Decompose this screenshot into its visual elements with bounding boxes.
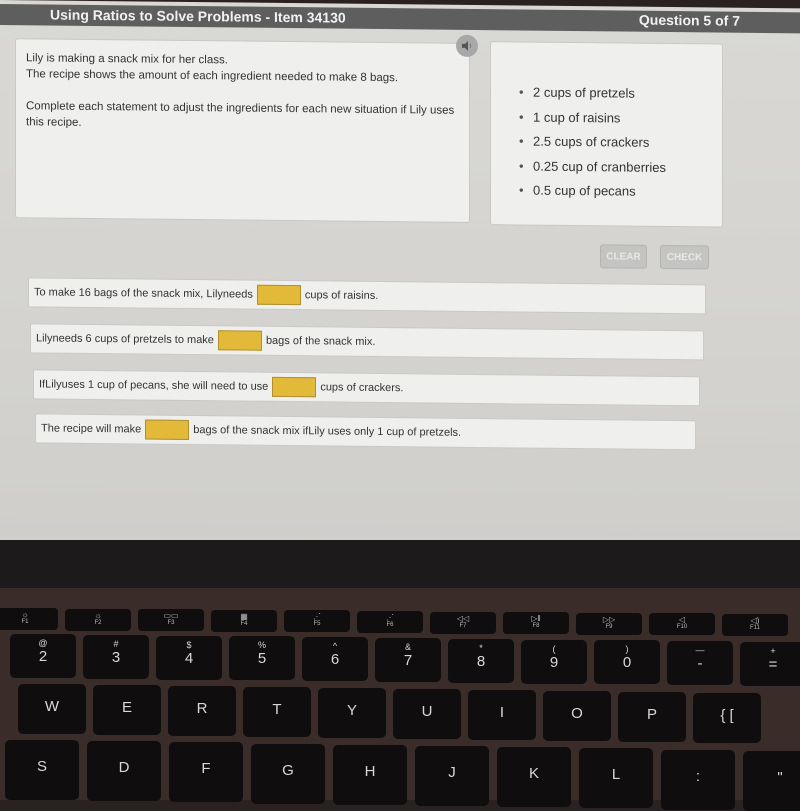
letter-key[interactable]: T (243, 687, 311, 737)
letter-key[interactable]: " (743, 750, 800, 811)
letter-key[interactable]: F (169, 742, 243, 803)
check-button[interactable]: CHECK (660, 244, 709, 270)
letter-key[interactable]: { [ (693, 693, 761, 743)
number-key[interactable]: ) 0 (594, 640, 660, 685)
letter-key[interactable]: S (5, 740, 79, 800)
keyboard-deck: ☼ F1 ☼ F2 ▭▭ F3 ▦ F4 ⋰ F5 ⋰ F6 ◁◁ F7 ▷‖ F8 ▷▷ F9 ◁ F10 ◁) F11… (0, 588, 800, 811)
title-bar: Using Ratios to Solve Problems - Item 34… (0, 4, 800, 34)
function-key[interactable]: ⋰ F6 (357, 611, 423, 633)
function-key[interactable]: ☼ F2 (65, 608, 131, 631)
prompt-line-2: The recipe shows the amount of each ingr… (26, 68, 399, 85)
recipe-item: • 0.25 cup of cranberries (519, 157, 666, 175)
function-key[interactable]: ◁) F11 (722, 614, 788, 636)
statement-row-1: To make 16 bags of the snack mix, Lilyne… (28, 277, 706, 315)
function-key[interactable]: ▷‖ F8 (503, 612, 569, 635)
screen: Using Ratios to Solve Problems - Item 34… (0, 0, 800, 557)
letter-key[interactable]: I (468, 690, 536, 740)
function-key[interactable]: ◁◁ F7 (430, 611, 496, 634)
letter-key[interactable]: R (168, 686, 236, 736)
function-key[interactable]: ▦ F4 (211, 609, 277, 632)
speaker-icon (462, 40, 472, 51)
prompt-panel: Lily is making a snack mix for her class… (15, 38, 470, 223)
number-key[interactable]: % 5 (229, 636, 295, 681)
number-key[interactable]: $4 (156, 635, 222, 680)
function-key[interactable]: ☼ F1 (0, 608, 58, 630)
function-key[interactable]: ▷▷ F9 (576, 612, 642, 635)
recipe-item: • 1 cup of raisins (519, 108, 621, 125)
number-key[interactable]: (9 (521, 639, 587, 684)
statement-row-2: Lilyneeds 6 cups of pretzels to make bag… (30, 323, 704, 361)
number-key[interactable]: #3 (83, 634, 149, 679)
clear-button[interactable]: CLEAR (600, 244, 647, 269)
letter-key[interactable]: L (579, 748, 653, 809)
statement-row-3: IfLilyuses 1 cup of pecans, she will nee… (33, 369, 700, 407)
number-key[interactable]: + = (740, 642, 800, 686)
recipe-list: • 2 cups of pretzels • 1 cup of raisins • 2… (519, 80, 666, 204)
answer-blank-4[interactable] (145, 419, 190, 440)
letter-key[interactable]: O (543, 691, 611, 741)
recipe-panel: • 2 cups of pretzels • 1 cup of raisins • 2… (490, 41, 723, 228)
number-key[interactable]: * 8 (448, 638, 514, 683)
letter-key[interactable]: K (497, 747, 571, 808)
letter-key[interactable]: W (18, 684, 86, 734)
function-key[interactable]: ⋰ F5 (284, 610, 350, 633)
number-key[interactable]: & 7 (375, 638, 441, 682)
question-counter: Question 5 of 7 (638, 11, 740, 29)
letter-key[interactable]: H (333, 744, 407, 805)
recipe-item: • 0.5 cup of pecans (519, 182, 636, 199)
assessment-title: Using Ratios to Solve Problems - Item 34… (50, 6, 346, 26)
letter-key[interactable]: J (415, 746, 489, 806)
prompt-instruction: Complete each statement to adjust the in… (26, 100, 455, 129)
number-key[interactable]: @2 (10, 634, 76, 678)
statement-row-4: The recipe will make bags of the snack m… (35, 413, 696, 451)
answer-blank-3[interactable] (272, 376, 317, 398)
function-key[interactable]: ◁ F10 (649, 613, 715, 636)
answer-blank-2[interactable] (217, 330, 262, 351)
function-key[interactable]: ▭▭ F3 (138, 609, 204, 632)
recipe-item: • 2.5 cups of crackers (519, 133, 650, 150)
recipe-item: • 2 cups of pretzels (519, 84, 635, 101)
letter-key[interactable]: G (251, 743, 325, 804)
letter-key[interactable]: P (618, 692, 686, 742)
letter-key[interactable]: E (93, 685, 161, 735)
answer-blank-1[interactable] (256, 284, 301, 306)
letter-key[interactable]: : (661, 749, 735, 810)
letter-key[interactable]: D (87, 741, 161, 802)
number-key[interactable]: ^ 6 (302, 637, 368, 682)
letter-key[interactable]: Y (318, 688, 386, 738)
audio-button[interactable] (456, 34, 478, 58)
laptop-bezel (0, 540, 800, 590)
letter-key[interactable]: U (393, 689, 461, 739)
number-key[interactable]: — - (667, 641, 733, 686)
